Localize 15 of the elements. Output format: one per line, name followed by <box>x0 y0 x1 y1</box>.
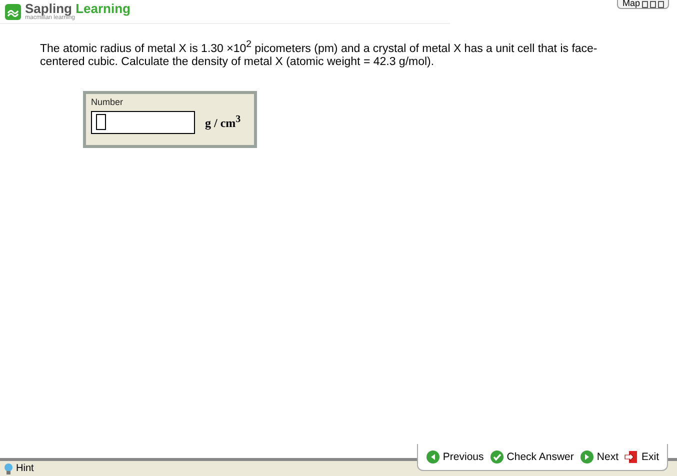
previous-button[interactable]: Previous <box>426 450 484 464</box>
brand-name: Sapling Learning <box>25 2 130 15</box>
lightbulb-icon <box>4 462 13 474</box>
checkmark-icon <box>490 450 504 464</box>
check-button[interactable]: Check Answer <box>490 450 574 464</box>
logo-icon <box>5 4 21 20</box>
next-button[interactable]: Next <box>580 450 618 464</box>
answer-label: Number <box>91 96 124 107</box>
hint-link[interactable]: Hint <box>16 463 34 474</box>
question-text: The atomic radius of metal X is 1.30 ×10$^{2}$ picometers (pm) and a crystal of metal X has a unit cell that is face-centered cubic. Calculate the density of metal X (atomic weight = 42.3 g/mol). <box>40 38 598 69</box>
unit-label: g / cm$^{3}$ <box>205 114 241 131</box>
exit-button[interactable]: Exit <box>624 450 659 464</box>
answer-field[interactable] <box>91 110 195 134</box>
exit-door-icon <box>624 450 638 464</box>
map-button[interactable]: Map <box>617 0 669 9</box>
